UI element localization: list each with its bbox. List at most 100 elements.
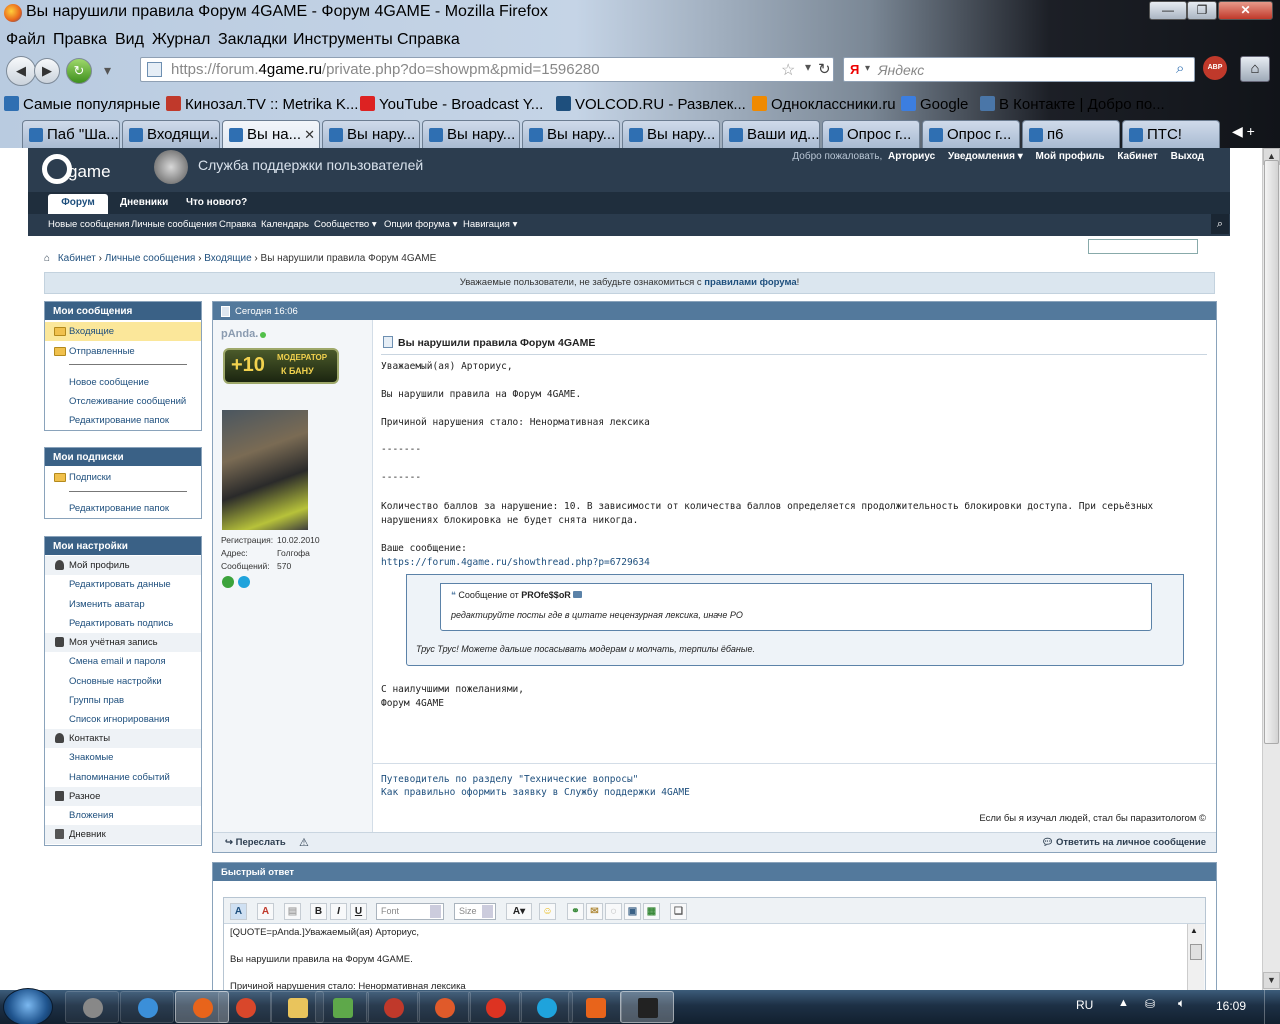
subnav-private-messages[interactable]: Личные сообщения xyxy=(131,219,217,230)
rules-link[interactable]: правилами форума xyxy=(704,277,796,288)
clock[interactable]: 16:09 xyxy=(1216,999,1246,1013)
tab-list-icon[interactable]: ◀ + xyxy=(1232,123,1255,140)
subnav-navigation[interactable]: Навигация ▾ xyxy=(463,219,517,230)
paste-icon[interactable]: ▤ xyxy=(284,903,301,920)
menu-edit[interactable]: Правка xyxy=(53,31,107,49)
avatar[interactable] xyxy=(222,410,308,530)
scroll-thumb[interactable] xyxy=(1264,160,1279,744)
wysiwyg-toggle-icon[interactable]: A xyxy=(230,903,247,920)
start-button[interactable] xyxy=(3,988,53,1024)
smiley-icon[interactable]: ☺ xyxy=(539,903,556,920)
image-icon[interactable]: ▣ xyxy=(624,903,641,920)
tab-violation-4[interactable]: Вы нару... xyxy=(622,120,720,148)
sidebar-item-attachments[interactable]: Вложения xyxy=(45,806,201,825)
sidebar-item-edit-data[interactable]: Редактировать данные xyxy=(45,575,201,594)
sidebar-item-subscriptions[interactable]: Подписки xyxy=(45,468,201,487)
tab-current[interactable]: Вы на... ✕ xyxy=(222,120,320,148)
bookmark-vkontakte[interactable]: В Контакте | Добро по... xyxy=(980,96,1165,113)
subnav-calendar[interactable]: Календарь xyxy=(261,219,309,230)
taskbar-skype[interactable] xyxy=(519,991,573,1023)
tab-poll-1[interactable]: Опрос г... xyxy=(822,120,920,148)
volume-icon[interactable]: 🔈︎ xyxy=(1178,996,1185,1011)
size-select[interactable]: Size xyxy=(454,903,496,920)
search-bar[interactable]: Я ▾ Яндекс ⌕ xyxy=(843,57,1195,82)
tab-violation-3[interactable]: Вы нару... xyxy=(522,120,620,148)
underline-icon[interactable]: U xyxy=(350,903,367,920)
back-arrow-icon[interactable]: ◀ xyxy=(6,56,36,86)
sidebar-item-rights-groups[interactable]: Группы прав xyxy=(45,691,201,710)
logo-text[interactable]: game xyxy=(68,162,111,182)
search-icon[interactable]: ⌕ xyxy=(1211,214,1229,234)
close-tab-icon[interactable]: ✕ xyxy=(304,127,315,143)
refresh-icon[interactable]: ↻ xyxy=(818,60,831,78)
sidebar-item-diary[interactable]: Дневник xyxy=(45,825,201,844)
taskbar-app-5[interactable] xyxy=(468,991,522,1023)
taskbar-game[interactable] xyxy=(620,991,674,1023)
skype-icon[interactable] xyxy=(238,576,250,588)
bookmark-kinozal[interactable]: Кинозал.TV :: Metrika K... xyxy=(166,96,358,113)
page-scrollbar[interactable]: ▲ ▼ xyxy=(1262,148,1280,990)
username-link[interactable]: Арториус xyxy=(888,151,935,162)
view-post-icon[interactable] xyxy=(573,591,583,598)
my-profile-link[interactable]: Мой профиль xyxy=(1036,151,1105,162)
reply-textarea[interactable]: [QUOTE=pAnda.]Уважаемый(ая) Арториус, Вы… xyxy=(224,924,1187,990)
email-icon[interactable]: ✉ xyxy=(586,903,603,920)
sidebar-item-new-message[interactable]: Новое сообщение xyxy=(45,373,201,392)
icq-icon[interactable] xyxy=(222,576,234,588)
tab-forum[interactable]: Форум xyxy=(48,194,108,214)
sidebar-item-sent[interactable]: Отправленные xyxy=(45,342,201,361)
header-search-input[interactable] xyxy=(1088,239,1198,254)
sidebar-item-reminders[interactable]: Напоминание событий xyxy=(45,768,201,787)
scroll-up-icon[interactable]: ▲ xyxy=(1190,926,1198,935)
sidebar-item-edit-sub-folders[interactable]: Редактирование папок xyxy=(45,499,201,518)
search-icon[interactable]: ⌕ xyxy=(1176,60,1184,77)
subnav-help[interactable]: Справка xyxy=(219,219,256,230)
tray-expand-icon[interactable]: ▲ xyxy=(1118,997,1129,1009)
taskbar-ie[interactable] xyxy=(120,991,174,1023)
home-icon[interactable]: ⌂ xyxy=(1240,56,1270,82)
menu-help[interactable]: Справка xyxy=(397,31,460,49)
signature-link-guide[interactable]: Путеводитель по разделу "Технические воп… xyxy=(381,774,638,785)
menu-history[interactable]: Журнал xyxy=(152,31,210,49)
link-icon[interactable]: ⚭ xyxy=(567,903,584,920)
tab-violation-1[interactable]: Вы нару... xyxy=(322,120,420,148)
reload-icon[interactable]: ↻ xyxy=(66,58,92,84)
sidebar-item-general-settings[interactable]: Основные настройки xyxy=(45,672,201,691)
editor-scrollbar[interactable]: ▲ xyxy=(1187,924,1204,990)
site-identity-icon[interactable] xyxy=(147,62,162,77)
italic-icon[interactable]: I xyxy=(330,903,347,920)
taskbar-app-4[interactable] xyxy=(417,991,471,1023)
minimize-button[interactable]: — xyxy=(1149,1,1187,20)
language-indicator[interactable]: RU xyxy=(1076,998,1093,1012)
menu-file[interactable]: Файл xyxy=(6,31,45,49)
unlink-icon[interactable]: ◌ xyxy=(605,903,622,920)
tab-pts[interactable]: ПТС! xyxy=(1122,120,1220,148)
sidebar-item-email-password[interactable]: Смена email и пароля xyxy=(45,652,201,671)
dropdown-arrow-icon[interactable]: ▾ xyxy=(104,62,111,79)
tab-inbox[interactable]: Входящи... xyxy=(122,120,220,148)
scroll-thumb[interactable] xyxy=(1190,944,1202,960)
bold-icon[interactable]: B xyxy=(310,903,327,920)
tab-violation-2[interactable]: Вы нару... xyxy=(422,120,520,148)
bookmark-star-icon[interactable]: ☆ xyxy=(781,60,795,80)
subnav-new-posts[interactable]: Новые сообщения xyxy=(48,219,130,230)
sidebar-item-edit-folders[interactable]: Редактирование папок xyxy=(45,411,201,430)
bookmark-volcod[interactable]: VOLCOD.RU - Развлек... xyxy=(556,96,746,113)
logout-link[interactable]: Выход xyxy=(1171,151,1204,162)
post-link[interactable]: https://forum.4game.ru/showthread.php?p=… xyxy=(381,557,650,568)
tab-diaries[interactable]: Дневники xyxy=(112,194,176,214)
bookmark-youtube[interactable]: YouTube - Broadcast Y... xyxy=(360,96,543,113)
author-name[interactable]: pAnda. xyxy=(221,328,258,340)
sidebar-item-friends[interactable]: Знакомые xyxy=(45,748,201,767)
sidebar-item-ignore-list[interactable]: Список игнорирования xyxy=(45,710,201,729)
menu-bookmarks[interactable]: Закладки xyxy=(218,31,287,49)
breadcrumb-private-messages[interactable]: Личные сообщения xyxy=(105,253,196,264)
report-icon[interactable]: ⚠ xyxy=(299,836,309,849)
bookmark-popular[interactable]: Самые популярные xyxy=(4,96,160,113)
bookmark-google[interactable]: Google xyxy=(901,96,968,113)
quote-insert-icon[interactable]: ❏ xyxy=(670,903,687,920)
sidebar-item-inbox[interactable]: Входящие xyxy=(45,322,201,341)
taskbar-chrome[interactable] xyxy=(218,991,272,1023)
sidebar-item-signature[interactable]: Редактировать подпись xyxy=(45,614,201,633)
reply-button[interactable]: 💬︎ Ответить на личное сообщение xyxy=(1041,837,1206,848)
